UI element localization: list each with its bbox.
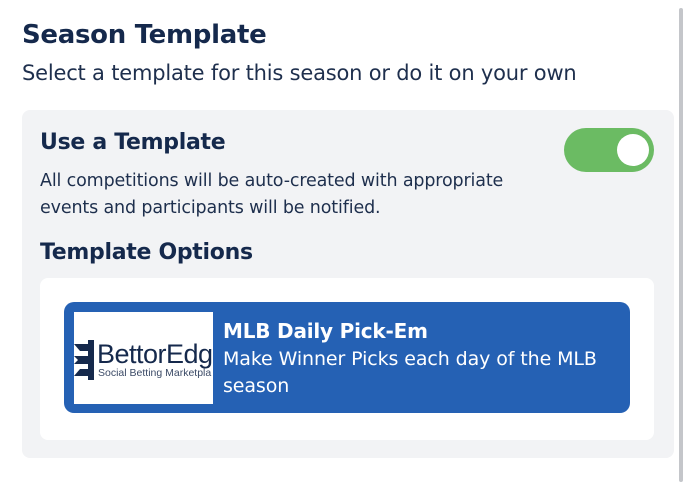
logo-tagline: Social Betting Marketpla (98, 367, 212, 379)
logo-wordmark: BettorEdg (97, 339, 213, 369)
bettor-edge-logo-icon (74, 340, 94, 380)
template-description: Make Winner Picks each day of the MLB se… (223, 348, 597, 397)
template-logo: BettorEdg Social Betting Marketpla (74, 312, 213, 404)
use-template-heading: Use a Template (40, 130, 226, 155)
page-subtitle: Select a template for this season or do … (22, 61, 577, 85)
template-name: MLB Daily Pick-Em (223, 319, 428, 343)
page-title: Season Template (22, 20, 267, 50)
toggle-knob (617, 134, 649, 166)
template-options-heading: Template Options (40, 240, 253, 265)
scrollbar[interactable] (679, 8, 683, 482)
season-template-page: Season Template Select a template for th… (0, 0, 692, 482)
template-card-mlb-daily-pick-em[interactable]: BettorEdg Social Betting Marketpla MLB D… (64, 302, 630, 413)
use-template-toggle[interactable] (564, 128, 654, 172)
use-template-description: All competitions will be auto-created wi… (40, 171, 504, 218)
